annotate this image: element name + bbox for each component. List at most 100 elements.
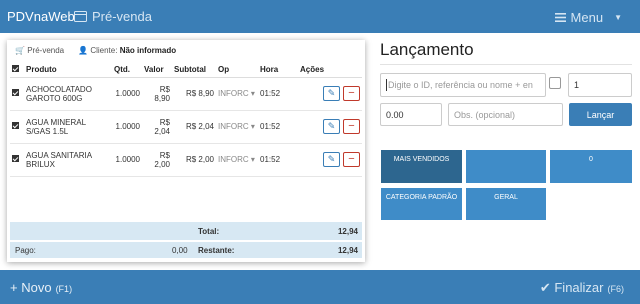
column-header: Valor xyxy=(142,62,172,78)
panel-title: Lançamento xyxy=(380,40,474,59)
cell-subtotal: R$ 2,04 xyxy=(172,110,216,144)
pago-value: 0,00 xyxy=(172,245,188,255)
obs-input[interactable]: Obs. (opcional) xyxy=(448,103,563,126)
search-placeholder: Digite o ID, referência ou nome + en xyxy=(388,80,533,90)
tile-categoria-padrao[interactable]: CATEGORIA PADRÃO xyxy=(381,188,462,220)
tile-geral[interactable]: GERAL xyxy=(466,188,546,220)
finish-shortcut: (F6) xyxy=(607,284,625,294)
nav-link-label: Pré-venda xyxy=(92,9,152,24)
cell-produto: AGUA SANITARIA BRILUX xyxy=(24,143,112,177)
select-all-checkbox[interactable] xyxy=(10,62,24,78)
cell-op[interactable]: INFORC ▾ xyxy=(216,110,258,144)
cash-register-icon xyxy=(74,11,87,22)
client-label: Cliente: xyxy=(90,46,118,55)
cell-qtd: 1.0000 xyxy=(112,77,142,111)
op-value: INFORC xyxy=(218,122,249,131)
restante-label: Restante: xyxy=(198,245,235,255)
cell-subtotal: R$ 2,00 xyxy=(172,143,216,177)
panel-divider xyxy=(380,64,632,65)
column-header: Produto xyxy=(24,62,112,78)
new-button[interactable]: + Novo (F1) xyxy=(10,280,72,295)
pago-label: Pago: xyxy=(15,245,36,255)
cell-qtd: 1.0000 xyxy=(112,143,142,177)
op-caret-icon: ▾ xyxy=(248,122,255,131)
cell-acoes: ✎ − xyxy=(298,143,362,177)
lancar-button[interactable]: Lançar xyxy=(569,103,632,126)
receipt-client: 👤 Cliente: Não informado xyxy=(78,46,176,55)
op-value: INFORC xyxy=(218,89,249,98)
obs-placeholder: Obs. (opcional) xyxy=(454,109,516,120)
cell-hora: 01:52 xyxy=(258,110,298,144)
row-checkbox[interactable] xyxy=(10,110,24,144)
user-icon: 👤 xyxy=(78,46,89,55)
op-caret-icon: ▾ xyxy=(248,155,255,164)
restante-value: 12,94 xyxy=(337,245,358,255)
tile-blank[interactable] xyxy=(466,150,546,183)
caret-down-icon: ▼ xyxy=(614,13,622,22)
row-checkbox[interactable] xyxy=(10,143,24,177)
new-shortcut: (F1) xyxy=(55,284,73,294)
table-header-row: Produto Qtd. Valor Subtotal Op Hora Açõe… xyxy=(10,62,362,78)
receipt-type-label: Pré-venda xyxy=(27,46,65,55)
column-header: Qtd. xyxy=(112,62,142,78)
remove-button[interactable]: − xyxy=(343,86,360,101)
remove-button[interactable]: − xyxy=(343,152,360,167)
bottom-bar: + Novo (F1) ✔ Finalizar (F6) xyxy=(0,270,640,304)
cell-op[interactable]: INFORC ▾ xyxy=(216,77,258,111)
finish-button[interactable]: ✔ Finalizar (F6) xyxy=(540,280,624,296)
app-brand[interactable]: PDVnaWeb xyxy=(7,9,75,24)
total-value: 12,94 xyxy=(337,226,358,236)
op-caret-icon: ▾ xyxy=(248,89,255,98)
finish-label: ✔ Finalizar xyxy=(539,280,604,295)
column-header: Hora xyxy=(258,62,298,78)
cell-valor: R$ 8,90 xyxy=(142,77,172,111)
cell-acoes: ✎ − xyxy=(298,110,362,144)
total-label: Total: xyxy=(198,226,220,236)
table-row: AGUA SANITARIA BRILUX 1.0000 R$ 2,00 R$ … xyxy=(10,143,362,177)
tile-zero[interactable]: 0 xyxy=(550,150,632,183)
pago-row: Pago: 0,00 Restante: 12,94 xyxy=(10,240,362,258)
cart-icon: 🛒 xyxy=(15,46,25,55)
column-header: Subtotal xyxy=(172,62,216,78)
menu-label: Menu xyxy=(570,10,604,25)
cell-valor: R$ 2,04 xyxy=(142,110,172,144)
receipt-card: 🛒 Pré-venda 👤 Cliente: Não informado Pro… xyxy=(7,40,365,262)
row-checkbox[interactable] xyxy=(10,77,24,111)
column-header: Ações xyxy=(298,62,362,78)
op-value: INFORC xyxy=(218,155,249,164)
items-table: Produto Qtd. Valor Subtotal Op Hora Açõe… xyxy=(10,62,362,177)
cell-produto: ACHOCOLATADO GAROTO 600G xyxy=(24,77,112,111)
totals-section: Total: 12,94 Pago: 0,00 Restante: 12,94 xyxy=(10,222,362,258)
nav-link-pre-venda[interactable]: Pré-venda xyxy=(74,9,152,24)
edit-button[interactable]: ✎ xyxy=(323,152,340,167)
cell-acoes: ✎ − xyxy=(298,77,362,111)
cell-produto: AGUA MINERAL S/GAS 1.5L xyxy=(24,110,112,144)
total-row: Total: 12,94 xyxy=(10,222,362,240)
cell-qtd: 1.0000 xyxy=(112,110,142,144)
value-input[interactable]: 0.00 xyxy=(380,103,442,126)
search-input[interactable]: Digite o ID, referência ou nome + en xyxy=(380,73,546,97)
value-value: 0.00 xyxy=(386,109,404,120)
cell-hora: 01:52 xyxy=(258,77,298,111)
quantity-input[interactable]: 1 xyxy=(568,73,632,97)
quantity-value: 1 xyxy=(574,80,580,90)
column-header: Op xyxy=(216,62,258,78)
table-row: AGUA MINERAL S/GAS 1.5L 1.0000 R$ 2,04 R… xyxy=(10,110,362,144)
receipt-type: 🛒 Pré-venda xyxy=(15,46,64,55)
menu-dropdown[interactable]: Menu ▼ xyxy=(554,10,622,25)
remove-button[interactable]: − xyxy=(343,119,360,134)
table-row: ACHOCOLATADO GAROTO 600G 1.0000 R$ 8,90 … xyxy=(10,77,362,111)
client-value: Não informado xyxy=(119,46,177,55)
cell-valor: R$ 2,00 xyxy=(142,143,172,177)
cell-subtotal: R$ 8,90 xyxy=(172,77,216,111)
edit-button[interactable]: ✎ xyxy=(323,86,340,101)
edit-button[interactable]: ✎ xyxy=(323,119,340,134)
cell-op[interactable]: INFORC ▾ xyxy=(216,143,258,177)
hamburger-icon xyxy=(554,13,566,22)
tile-mais-vendidos[interactable]: MAIS VENDIDOS xyxy=(381,150,462,183)
text-cursor xyxy=(386,79,387,91)
new-label: + Novo xyxy=(10,280,52,295)
receipt-header: 🛒 Pré-venda 👤 Cliente: Não informado xyxy=(15,46,176,55)
top-navbar: PDVnaWeb Pré-venda Menu ▼ xyxy=(0,0,640,33)
search-option-checkbox[interactable] xyxy=(549,77,561,89)
